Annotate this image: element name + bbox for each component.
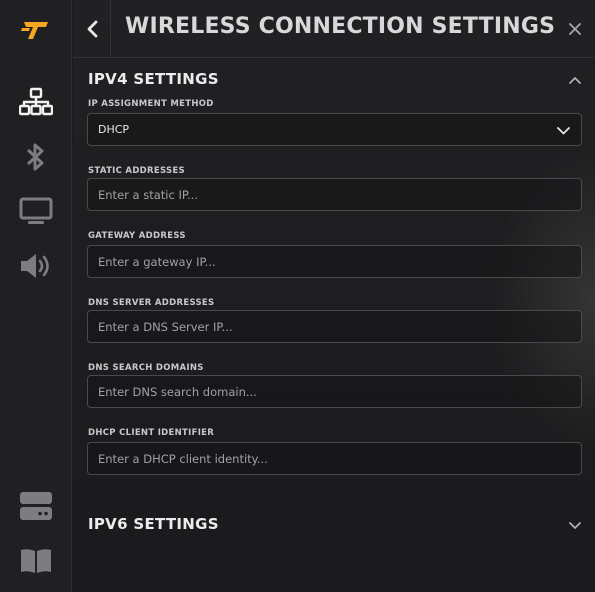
- dhcp-client-label: DHCP CLIENT IDENTIFIER: [88, 428, 215, 438]
- ip-method-value: DHCP: [98, 123, 130, 136]
- nav-bluetooth-button[interactable]: [16, 137, 56, 177]
- sidebar: [0, 0, 72, 592]
- settings-panel: WIRELESS CONNECTION SETTINGS IPV4 SETTIN…: [73, 0, 595, 592]
- chevron-up-icon: [569, 77, 581, 84]
- ipv6-section-title: IPV6 SETTINGS: [88, 515, 219, 533]
- gateway-address-field: [87, 245, 582, 278]
- chevron-down-icon: [557, 127, 570, 135]
- gateway-address-label: GATEWAY ADDRESS: [88, 231, 186, 241]
- monitor-icon: [19, 197, 53, 224]
- network-icon: [19, 87, 53, 116]
- page-title: WIRELESS CONNECTION SETTINGS: [125, 14, 556, 39]
- nav-display-button[interactable]: [16, 191, 56, 231]
- dns-server-input[interactable]: [98, 311, 568, 342]
- chevron-down-icon: [569, 522, 581, 529]
- ipv4-section-title: IPV4 SETTINGS: [88, 70, 219, 88]
- back-button[interactable]: [81, 16, 103, 42]
- dns-search-field: [87, 375, 582, 408]
- close-icon: [569, 23, 581, 35]
- gateway-address-input[interactable]: [98, 246, 568, 277]
- nav-sound-button[interactable]: [16, 246, 56, 286]
- close-button[interactable]: [565, 19, 585, 39]
- storage-icon: [20, 492, 52, 520]
- ip-method-select[interactable]: DHCP: [87, 113, 582, 146]
- bluetooth-icon: [26, 143, 44, 171]
- dns-search-label: DNS SEARCH DOMAINS: [88, 363, 204, 373]
- dhcp-client-input[interactable]: [98, 443, 568, 474]
- static-address-label: STATIC ADDRESSES: [88, 166, 185, 176]
- ipv4-section-header[interactable]: IPV4 SETTINGS: [88, 68, 583, 94]
- dns-server-label: DNS SERVER ADDRESSES: [88, 298, 215, 308]
- dns-server-field: [87, 310, 582, 343]
- panel-header: WIRELESS CONNECTION SETTINGS: [73, 0, 595, 58]
- dhcp-client-field: [87, 442, 582, 475]
- book-icon: [21, 549, 51, 573]
- nav-docs-button[interactable]: [16, 541, 56, 581]
- nav-storage-button[interactable]: [16, 486, 56, 526]
- logo-icon: [16, 10, 56, 50]
- ipv6-section-header[interactable]: IPV6 SETTINGS: [88, 513, 583, 539]
- static-address-input[interactable]: [98, 179, 568, 210]
- chevron-left-icon: [87, 20, 98, 38]
- ip-method-label: IP ASSIGNMENT METHOD: [88, 99, 214, 109]
- speaker-icon: [21, 254, 49, 278]
- dns-search-input[interactable]: [98, 376, 568, 407]
- static-address-field: [87, 178, 582, 211]
- nav-network-button[interactable]: [16, 82, 56, 122]
- header-divider: [110, 0, 111, 57]
